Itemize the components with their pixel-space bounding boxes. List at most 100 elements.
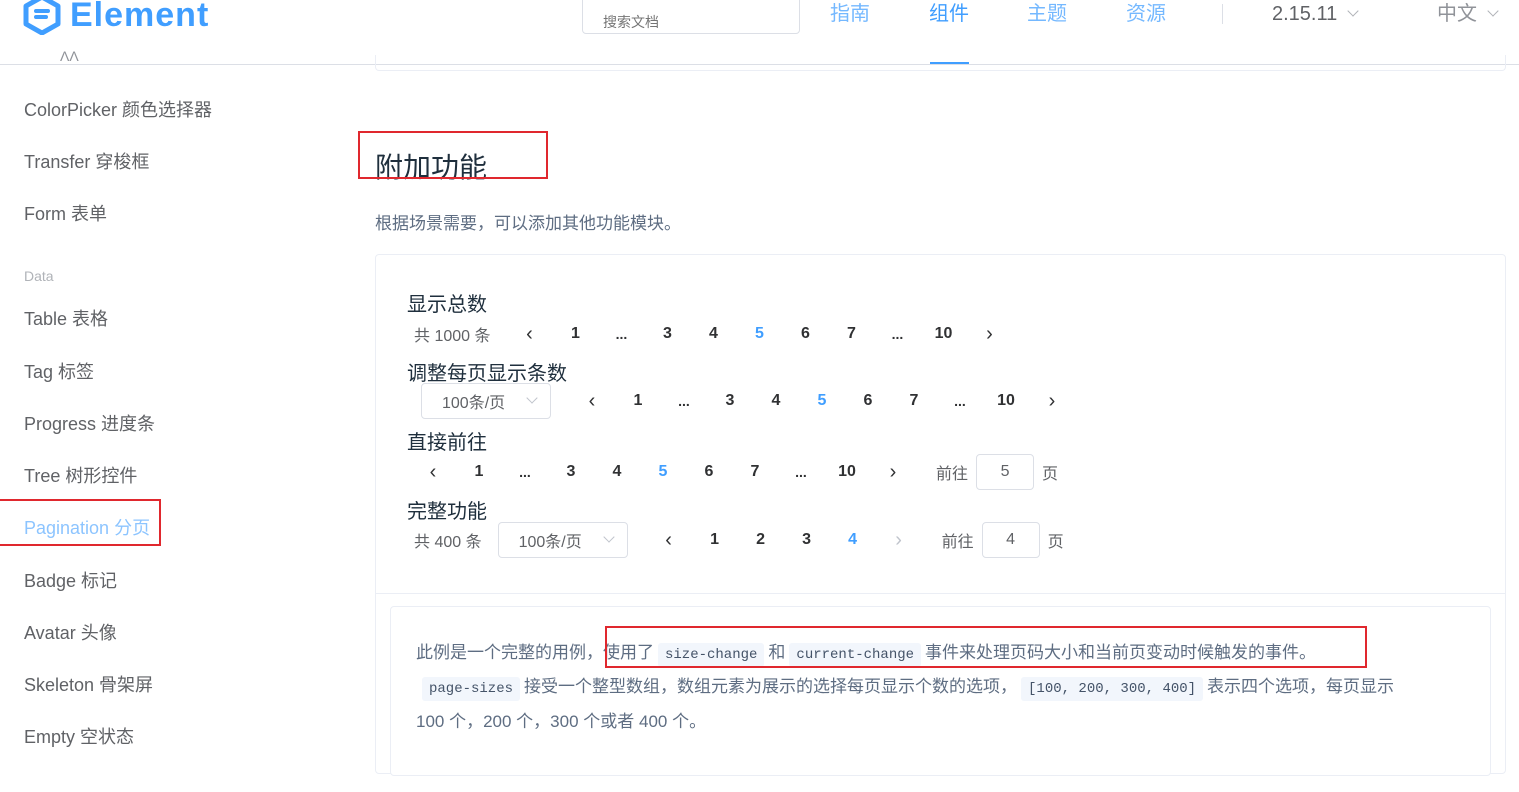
chevron-down-icon xyxy=(526,392,538,404)
nav-theme[interactable]: 主题 xyxy=(1027,0,1067,28)
description-line-3: 100 个，200 个，300 个或者 400 个。 xyxy=(416,712,707,731)
goto-page-input[interactable] xyxy=(976,454,1035,490)
page-number[interactable]: 4 xyxy=(594,456,640,488)
page-number[interactable]: 3 xyxy=(784,524,830,556)
page-number[interactable]: 7 xyxy=(829,318,875,350)
section-description: 根据场景需要，可以添加其他功能模块。 xyxy=(375,214,681,233)
page-number-current[interactable]: 5 xyxy=(640,456,686,488)
page-number[interactable]: 10 xyxy=(921,318,967,350)
nav-components[interactable]: 组件 xyxy=(929,0,969,28)
more-pages-icon[interactable]: ... xyxy=(502,456,548,488)
page-number[interactable]: 3 xyxy=(707,385,753,417)
chevron-left-icon[interactable]: ‹ xyxy=(410,456,456,488)
demo-title-total: 显示总数 xyxy=(407,294,487,316)
page-number[interactable]: 7 xyxy=(732,456,778,488)
sidebar-item-progress[interactable]: Progress 进度条 xyxy=(24,412,155,436)
chevron-left-icon[interactable]: ‹ xyxy=(569,385,615,417)
sidebar-item-colorpicker[interactable]: ColorPicker 颜色选择器 xyxy=(24,98,212,122)
sidebar-item-tree[interactable]: Tree 树形控件 xyxy=(24,464,137,488)
page-number[interactable]: 1 xyxy=(615,385,661,417)
page-number[interactable]: 10 xyxy=(824,456,870,488)
page-number[interactable]: 7 xyxy=(891,385,937,417)
element-logo-icon xyxy=(23,0,61,35)
sidebar-item-empty[interactable]: Empty 空状态 xyxy=(24,725,134,749)
code-sizes-array: [100, 200, 300, 400] xyxy=(1021,677,1204,701)
nav-divider xyxy=(1222,4,1223,24)
chevron-right-icon[interactable]: › xyxy=(876,524,922,556)
nav-guide[interactable]: 指南 xyxy=(830,0,870,28)
sidebar-item-skeleton[interactable]: Skeleton 骨架屏 xyxy=(24,673,153,697)
demo-title-full: 完整功能 xyxy=(407,501,487,523)
page-number[interactable]: 2 xyxy=(738,524,784,556)
chevron-right-icon[interactable]: › xyxy=(1029,385,1075,417)
search-input[interactable] xyxy=(582,0,800,34)
total-count: 共 400 条 xyxy=(414,534,482,551)
page-size-value: 100条/页 xyxy=(442,395,506,412)
demo-divider xyxy=(376,593,1505,594)
sidebar-item-badge[interactable]: Badge 标记 xyxy=(24,569,117,593)
more-pages-icon[interactable]: ... xyxy=(875,318,921,350)
goto-label: 前往 xyxy=(941,534,974,551)
description-text: 接受一个整型数组，数组元素为展示的选择每页显示个数的选项， xyxy=(524,677,1018,696)
sidebar-item-form[interactable]: Form 表单 xyxy=(24,202,107,226)
page-size-select[interactable]: 100条/页 xyxy=(421,383,551,419)
description-line-2: page-sizes 接受一个整型数组，数组元素为展示的选择每页显示个数的选项，[… xyxy=(418,672,1395,701)
sidebar-item-tag[interactable]: Tag 标签 xyxy=(24,360,94,384)
page-number[interactable]: 1 xyxy=(456,456,502,488)
chevron-right-icon[interactable]: › xyxy=(870,456,916,488)
page-number[interactable]: 4 xyxy=(753,385,799,417)
pagination-sizes: 100条/页 ‹ 1 ... 3 4 5 6 7 ... 10 › xyxy=(421,383,1075,419)
sidebar-group-data: Data xyxy=(24,268,54,284)
page-number[interactable]: 6 xyxy=(686,456,732,488)
page-size-select[interactable]: 100条/页 xyxy=(497,522,628,558)
page-number[interactable]: 6 xyxy=(783,318,829,350)
more-pages-icon[interactable]: ... xyxy=(937,385,983,417)
page-number[interactable]: 3 xyxy=(548,456,594,488)
chevron-left-icon[interactable]: ‹ xyxy=(646,524,692,556)
total-count: 共 1000 条 xyxy=(414,328,491,345)
more-pages-icon[interactable]: ... xyxy=(778,456,824,488)
description-text: 表示四个选项，每页显示 xyxy=(1207,677,1395,696)
page-number[interactable]: 6 xyxy=(845,385,891,417)
page-size-value: 100条/页 xyxy=(518,534,582,551)
sidebar-item-cut-off[interactable]: ΛΛ xyxy=(60,48,79,64)
demo-title-sizes: 调整每页显示条数 xyxy=(407,363,567,385)
page-suffix: 页 xyxy=(1042,466,1059,483)
chevron-left-icon[interactable]: ‹ xyxy=(507,318,553,350)
nav-resources[interactable]: 资源 xyxy=(1126,0,1166,28)
page-number[interactable]: 1 xyxy=(553,318,599,350)
highlight-box-events xyxy=(605,626,1367,668)
page-number[interactable]: 1 xyxy=(692,524,738,556)
page-jumper: 前往 页 xyxy=(936,454,1058,490)
goto-label: 前往 xyxy=(936,466,969,483)
language-select[interactable]: 中文 xyxy=(1437,0,1499,28)
logo-text: Element xyxy=(70,0,210,34)
page-number-current[interactable]: 5 xyxy=(737,318,783,350)
element-logo[interactable]: Element xyxy=(22,0,209,38)
more-pages-icon[interactable]: ... xyxy=(599,318,645,350)
version-label: 2.15.11 xyxy=(1272,3,1338,25)
version-select[interactable]: 2.15.11 xyxy=(1272,0,1359,28)
sidebar-item-transfer[interactable]: Transfer 穿梭框 xyxy=(24,150,149,174)
more-pages-icon[interactable]: ... xyxy=(661,385,707,417)
sidebar-item-table[interactable]: Table 表格 xyxy=(24,307,108,331)
previous-demo-card xyxy=(375,55,1506,71)
language-label: 中文 xyxy=(1437,3,1477,25)
page-number[interactable]: 3 xyxy=(645,318,691,350)
pagination-total: 共 1000 条 ‹ 1 ... 3 4 5 6 7 ... 10 › xyxy=(414,318,1013,350)
sidebar-item-avatar[interactable]: Avatar 头像 xyxy=(24,621,117,645)
chevron-right-icon[interactable]: › xyxy=(967,318,1013,350)
highlight-box-title xyxy=(358,131,548,179)
demo-title-jumper: 直接前往 xyxy=(407,432,487,454)
page-jumper: 前往 页 xyxy=(942,522,1064,558)
chevron-down-icon xyxy=(602,531,615,543)
chevron-down-icon xyxy=(1347,5,1359,17)
page-number[interactable]: 10 xyxy=(983,385,1029,417)
page-suffix: 页 xyxy=(1047,534,1064,551)
chevron-down-icon xyxy=(1487,5,1499,17)
page-number-current[interactable]: 4 xyxy=(830,524,876,556)
page-number-current[interactable]: 5 xyxy=(799,385,845,417)
code-page-sizes: page-sizes xyxy=(422,677,521,701)
page-number[interactable]: 4 xyxy=(691,318,737,350)
goto-page-input[interactable] xyxy=(981,522,1040,558)
